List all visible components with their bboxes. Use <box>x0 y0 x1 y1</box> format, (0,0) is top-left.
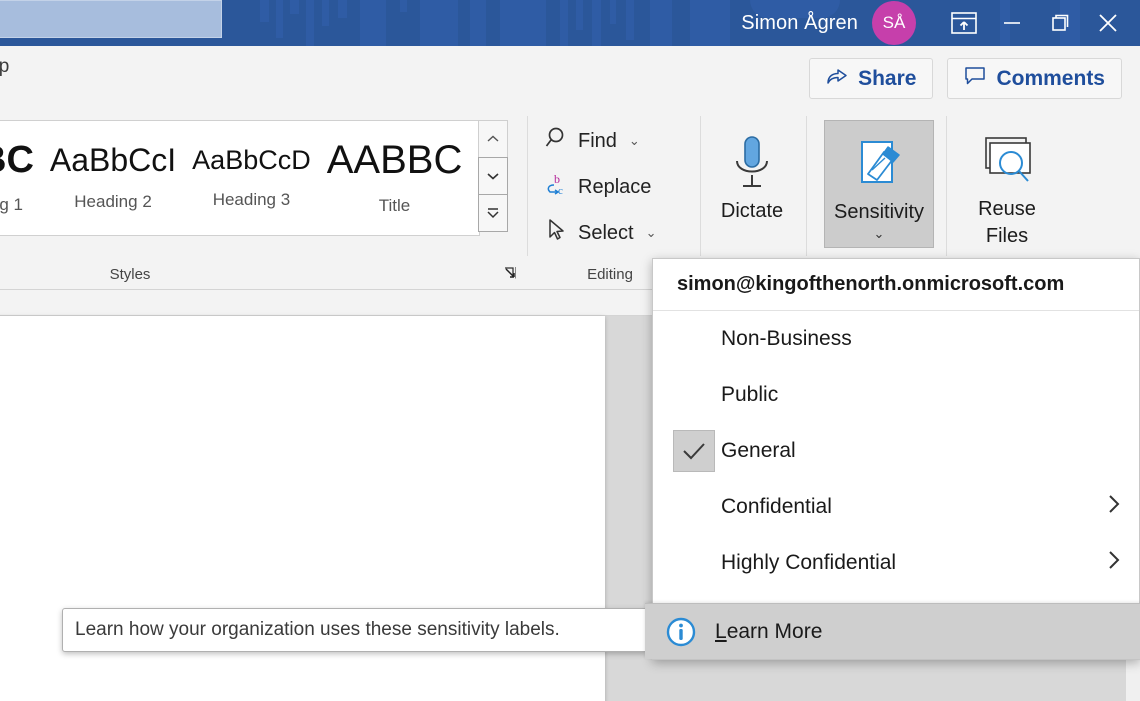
comments-label: Comments <box>996 66 1105 90</box>
menu-item-label: Public <box>721 383 779 406</box>
style-preview: AABBC <box>326 138 463 182</box>
menu-item-highly-confidential[interactable]: Highly Confidential <box>653 535 1139 591</box>
share-label: Share <box>858 66 917 90</box>
reuse-files-label-line1: Reuse <box>978 198 1036 220</box>
user-name[interactable]: Simon Ågren <box>741 12 858 35</box>
styles-group-label: Styles <box>109 266 151 283</box>
title-bar: Simon Ågren SÅ <box>0 0 1140 46</box>
chevron-down-icon[interactable]: ⌄ <box>646 225 657 241</box>
ribbon-display-options-icon[interactable] <box>940 0 988 46</box>
menu-item-public[interactable]: Public <box>653 367 1139 423</box>
style-name: Heading 3 <box>212 189 291 209</box>
styles-gallery-scrollbar[interactable] <box>478 120 508 232</box>
style-preview: AaBbCcD <box>192 144 311 175</box>
editing-group: Find ⌄ b c Replace Select ⌄ <box>538 122 663 252</box>
style-item[interactable]: AABBC Title <box>319 121 471 235</box>
chevron-right-icon[interactable] <box>1107 493 1121 521</box>
tooltip: Learn how your organization uses these s… <box>62 608 648 652</box>
chevron-up-icon[interactable] <box>478 120 508 158</box>
word-window: Simon Ågren SÅ p Share Comments C g 1 Aa… <box>0 0 1140 701</box>
group-separator <box>527 116 528 256</box>
search-icon <box>544 125 570 157</box>
reuse-files-button[interactable]: Reuse Files <box>955 120 1059 248</box>
sensitivity-icon <box>852 133 906 197</box>
menu-item-general[interactable]: General <box>653 423 1139 479</box>
share-comments-group: Share Comments <box>809 58 1122 99</box>
menu-account-header: simon@kingofthenorth.onmicrosoft.com <box>653 259 1139 311</box>
info-icon <box>665 616 697 648</box>
style-item[interactable]: AaBbCcD Heading 3 <box>184 121 319 235</box>
share-button[interactable]: Share <box>809 58 934 99</box>
menu-item-non-business[interactable]: Non-Business <box>653 311 1139 367</box>
menu-item-label: Confidential <box>721 495 832 518</box>
svg-text:c: c <box>558 185 563 197</box>
menu-item-label: Learn More <box>715 620 1122 644</box>
styles-gallery[interactable]: BC ng 1 AaBbCcI Heading 2 AaBbCcD Headin… <box>0 120 480 236</box>
editing-group-label: Editing <box>587 266 633 283</box>
select-button[interactable]: Select ⌄ <box>538 214 663 252</box>
menu-item-label: General <box>721 439 796 462</box>
chevron-down-icon[interactable]: ⌄ <box>874 226 885 242</box>
style-name: Title <box>378 196 411 215</box>
style-item[interactable]: BC ng 1 <box>0 121 42 235</box>
title-bar-right-controls: Simon Ågren SÅ <box>741 0 1140 46</box>
menu-item-confidential[interactable]: Confidential <box>653 479 1139 535</box>
select-label: Select <box>578 221 634 244</box>
replace-icon: b c <box>544 171 570 203</box>
tooltip-text: Learn how your organization uses these s… <box>75 619 560 640</box>
search-box[interactable] <box>0 0 222 38</box>
chevron-down-icon[interactable] <box>478 157 508 195</box>
sensitivity-menu: simon@kingofthenorth.onmicrosoft.com Non… <box>645 258 1140 660</box>
group-separator <box>806 116 807 256</box>
reuse-files-icon <box>978 132 1036 194</box>
checkmark-icon <box>673 430 715 472</box>
close-icon[interactable] <box>1084 0 1132 46</box>
dictate-label: Dictate <box>720 200 784 222</box>
tab-help[interactable]: elp <box>0 56 9 78</box>
reuse-files-label-line2: Files <box>985 225 1029 247</box>
minimize-icon[interactable] <box>988 0 1036 46</box>
menu-item-label: Non-Business <box>721 327 852 350</box>
style-item[interactable]: AaBbCcI Heading 2 <box>42 121 184 235</box>
style-name: ng 1 <box>0 195 23 214</box>
avatar[interactable]: SÅ <box>872 1 916 45</box>
cursor-icon <box>544 217 570 249</box>
find-label: Find <box>578 129 617 152</box>
group-separator <box>946 116 947 256</box>
chevron-right-icon[interactable] <box>1107 549 1121 577</box>
chevron-down-icon[interactable]: ⌄ <box>629 133 640 149</box>
microphone-icon <box>726 132 778 196</box>
replace-label: Replace <box>578 175 652 198</box>
style-name: Heading 2 <box>74 192 152 211</box>
style-preview: BC <box>0 139 34 181</box>
styles-more-icon[interactable] <box>478 194 508 232</box>
restore-icon[interactable] <box>1036 0 1084 46</box>
share-icon <box>826 66 848 92</box>
sensitivity-label: Sensitivity <box>833 201 925 223</box>
menu-item-learn-more[interactable]: Learn More <box>645 603 1140 659</box>
sensitivity-button[interactable]: Sensitivity ⌄ <box>824 120 934 248</box>
menu-item-label: Highly Confidential <box>721 551 897 574</box>
svg-text:b: b <box>554 172 560 186</box>
learn-more-accelerator: L <box>715 619 727 643</box>
ribbon-tabs-row: elp Share Comments <box>0 46 1140 108</box>
find-button[interactable]: Find ⌄ <box>538 122 663 160</box>
dictate-button[interactable]: Dictate <box>700 120 804 248</box>
replace-button[interactable]: b c Replace <box>538 168 663 206</box>
learn-more-rest: earn More <box>726 619 823 643</box>
style-preview: AaBbCcI <box>49 142 177 178</box>
dialog-launcher-icon[interactable] <box>500 263 520 283</box>
comments-button[interactable]: Comments <box>947 58 1122 99</box>
comment-icon <box>964 66 986 92</box>
